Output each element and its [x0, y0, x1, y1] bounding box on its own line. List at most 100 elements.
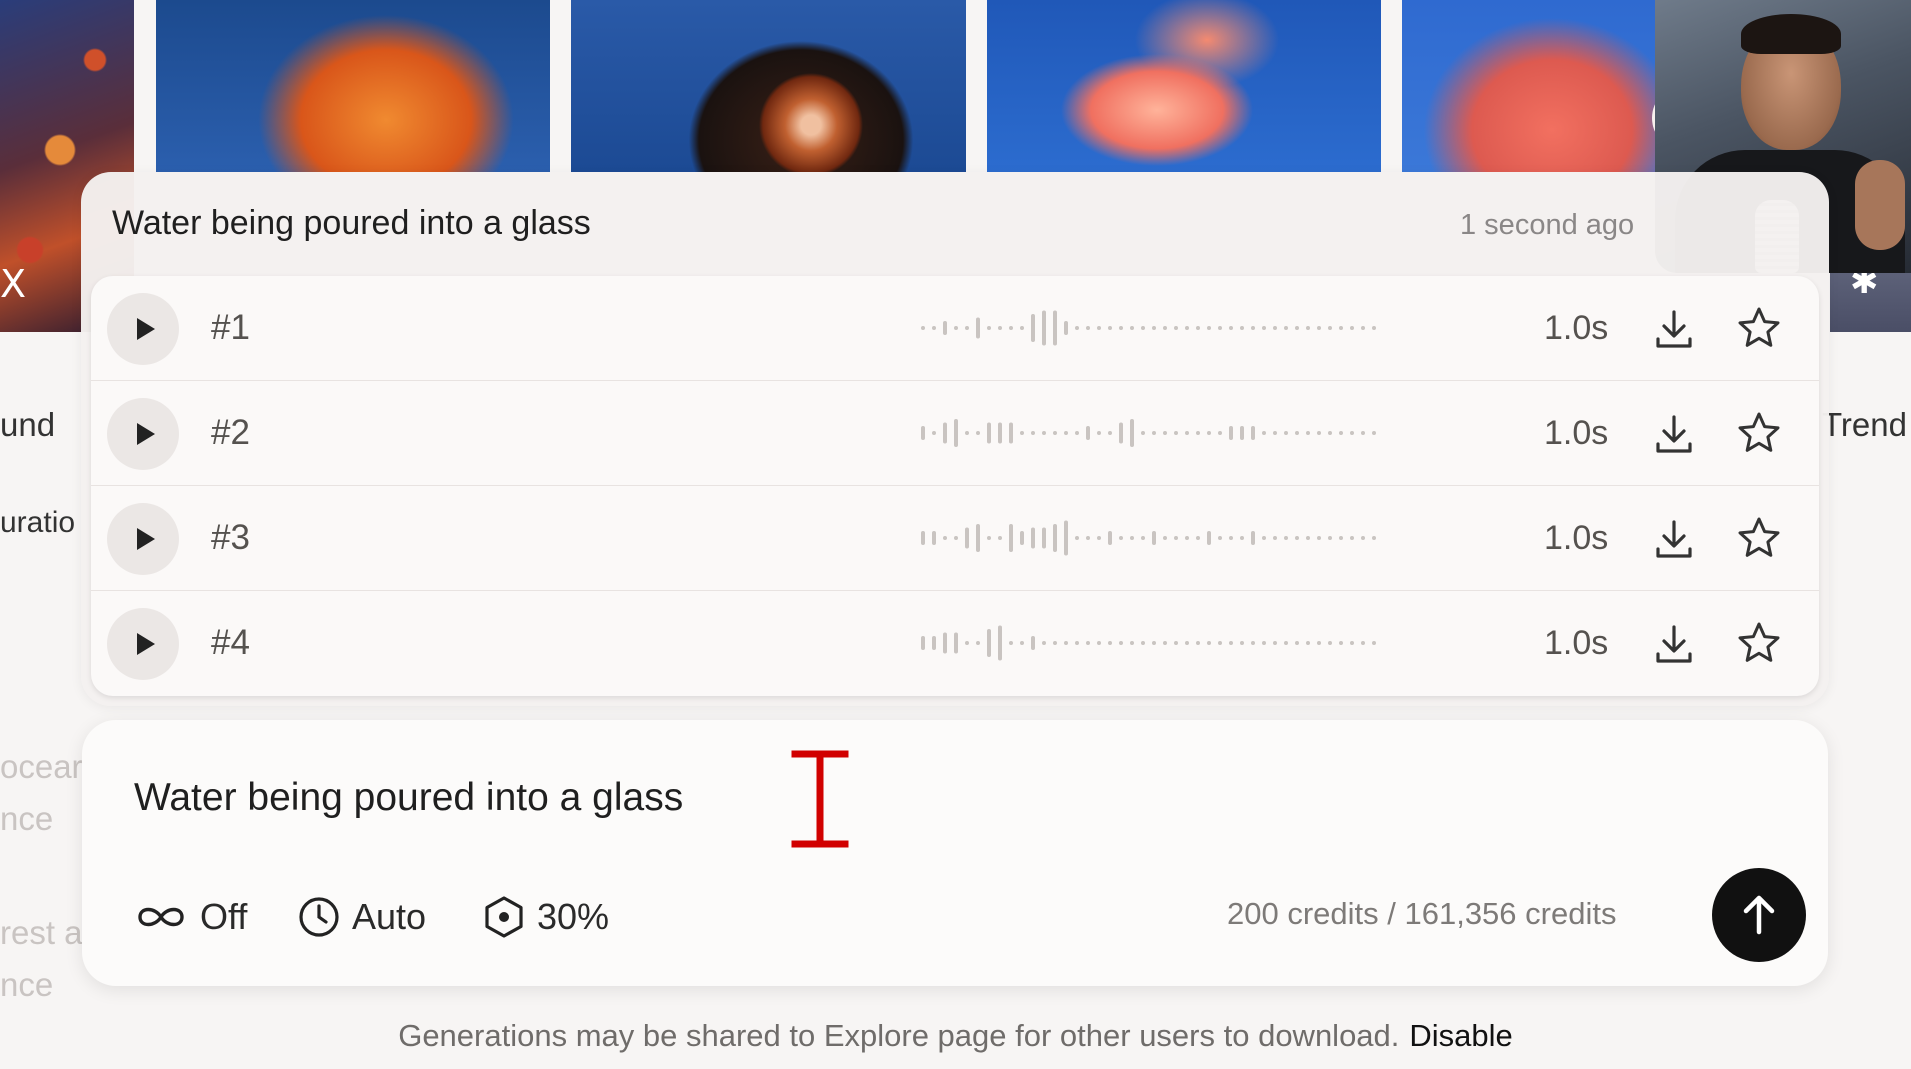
waveform-bar [1273, 431, 1277, 435]
waveform-bar [1196, 326, 1200, 330]
waveform-bar [1240, 641, 1244, 645]
waveform-bar [1284, 641, 1288, 645]
waveform-bar [1240, 536, 1244, 540]
waveform-bar [943, 536, 947, 540]
generation-title: Water being poured into a glass [112, 204, 591, 242]
waveform-bar [1251, 326, 1255, 330]
loop-label: Off [200, 896, 248, 937]
influence-selector[interactable]: 30% [483, 892, 609, 942]
waveform-bar [1185, 536, 1189, 540]
waveform-bar [1119, 422, 1123, 444]
waveform-bar [932, 326, 936, 330]
waveform-bar [1240, 426, 1244, 440]
result-duration: 1.0s [1544, 624, 1609, 662]
waveform-bar [1306, 536, 1310, 540]
download-icon[interactable] [1651, 411, 1697, 457]
waveform-bar [954, 632, 958, 654]
waveform-bar [1141, 536, 1145, 540]
waveform-bar [1295, 326, 1299, 330]
waveform-bar [1284, 536, 1288, 540]
thumbnail-sphere[interactable] [571, 0, 966, 172]
influence-label: 30% [537, 896, 610, 937]
waveform-bar [1009, 326, 1013, 330]
waveform-bar [1086, 536, 1090, 540]
waveform-bar [1262, 536, 1266, 540]
star-icon[interactable] [1735, 409, 1783, 457]
star-icon[interactable] [1735, 619, 1783, 667]
waveform-bar [943, 422, 947, 444]
waveform-bar [1042, 527, 1046, 549]
waveform-bar [1317, 326, 1321, 330]
download-icon[interactable] [1651, 516, 1697, 562]
waveform-bar [1174, 326, 1178, 330]
waveform-bar [1339, 536, 1343, 540]
waveform[interactable] [921, 513, 1391, 563]
waveform-bar [976, 641, 980, 645]
star-icon[interactable] [1735, 304, 1783, 352]
waveform-bar [1075, 431, 1079, 435]
waveform-bar [1207, 531, 1211, 545]
waveform-bar [1152, 326, 1156, 330]
waveform[interactable] [921, 303, 1391, 353]
duration-selector[interactable]: Auto [298, 892, 426, 942]
play-button[interactable] [107, 293, 179, 365]
waveform-bar [1097, 431, 1101, 435]
waveform-bar [1141, 431, 1145, 435]
result-row: #1 1.0s [91, 276, 1819, 381]
waveform-bar [1152, 431, 1156, 435]
waveform-bar [1064, 520, 1068, 556]
waveform-bar [976, 431, 980, 435]
waveform-bar [1196, 431, 1200, 435]
waveform-bar [1119, 536, 1123, 540]
waveform-bar [1306, 431, 1310, 435]
waveform[interactable] [921, 408, 1391, 458]
waveform-bar [1031, 636, 1035, 650]
waveform-bar [998, 536, 1002, 540]
waveform-bar [1262, 326, 1266, 330]
waveform-bar [1108, 531, 1112, 545]
download-icon[interactable] [1651, 621, 1697, 667]
waveform-bar [1372, 536, 1376, 540]
prompt-composer: Off Auto 30% 200 credits / 161,356 credi… [82, 720, 1828, 986]
waveform-bar [1339, 326, 1343, 330]
play-button[interactable] [107, 608, 179, 680]
waveform-bar [1306, 326, 1310, 330]
waveform-bar [1218, 536, 1222, 540]
thumbnail-cloud[interactable] [987, 0, 1381, 172]
waveform-bar [1009, 641, 1013, 645]
waveform[interactable] [921, 618, 1391, 668]
clock-icon [299, 897, 339, 937]
waveform-bar [1229, 326, 1233, 330]
disable-sharing-link[interactable]: Disable [1409, 1018, 1512, 1053]
waveform-bar [1130, 419, 1134, 447]
thumbnail-lion[interactable] [156, 0, 550, 172]
play-button[interactable] [107, 503, 179, 575]
waveform-bar [932, 431, 936, 435]
result-duration: 1.0s [1544, 519, 1609, 557]
credits-counter: 200 credits / 161,356 credits [1227, 896, 1617, 931]
prompt-input[interactable] [134, 768, 1734, 828]
play-button[interactable] [107, 398, 179, 470]
waveform-bar [1097, 536, 1101, 540]
send-button[interactable] [1712, 868, 1806, 962]
result-label: #2 [211, 413, 250, 452]
waveform-bar [1086, 641, 1090, 645]
waveform-bar [1295, 536, 1299, 540]
result-row: #3 1.0s [91, 486, 1819, 591]
star-icon[interactable] [1735, 514, 1783, 562]
waveform-bar [1328, 326, 1332, 330]
share-notice-text: Generations may be shared to Explore pag… [398, 1018, 1400, 1053]
waveform-bar [1009, 422, 1013, 444]
result-duration: 1.0s [1544, 414, 1609, 452]
waveform-bar [1207, 431, 1211, 435]
waveform-bar [1042, 641, 1046, 645]
result-row: #2 1.0s [91, 381, 1819, 486]
waveform-bar [1009, 524, 1013, 552]
download-icon[interactable] [1651, 306, 1697, 352]
result-duration: 1.0s [1544, 309, 1609, 347]
waveform-bar [1174, 641, 1178, 645]
waveform-bar [1295, 641, 1299, 645]
waveform-bar [1075, 536, 1079, 540]
waveform-bar [965, 326, 969, 330]
loop-toggle[interactable]: Off [134, 892, 247, 942]
